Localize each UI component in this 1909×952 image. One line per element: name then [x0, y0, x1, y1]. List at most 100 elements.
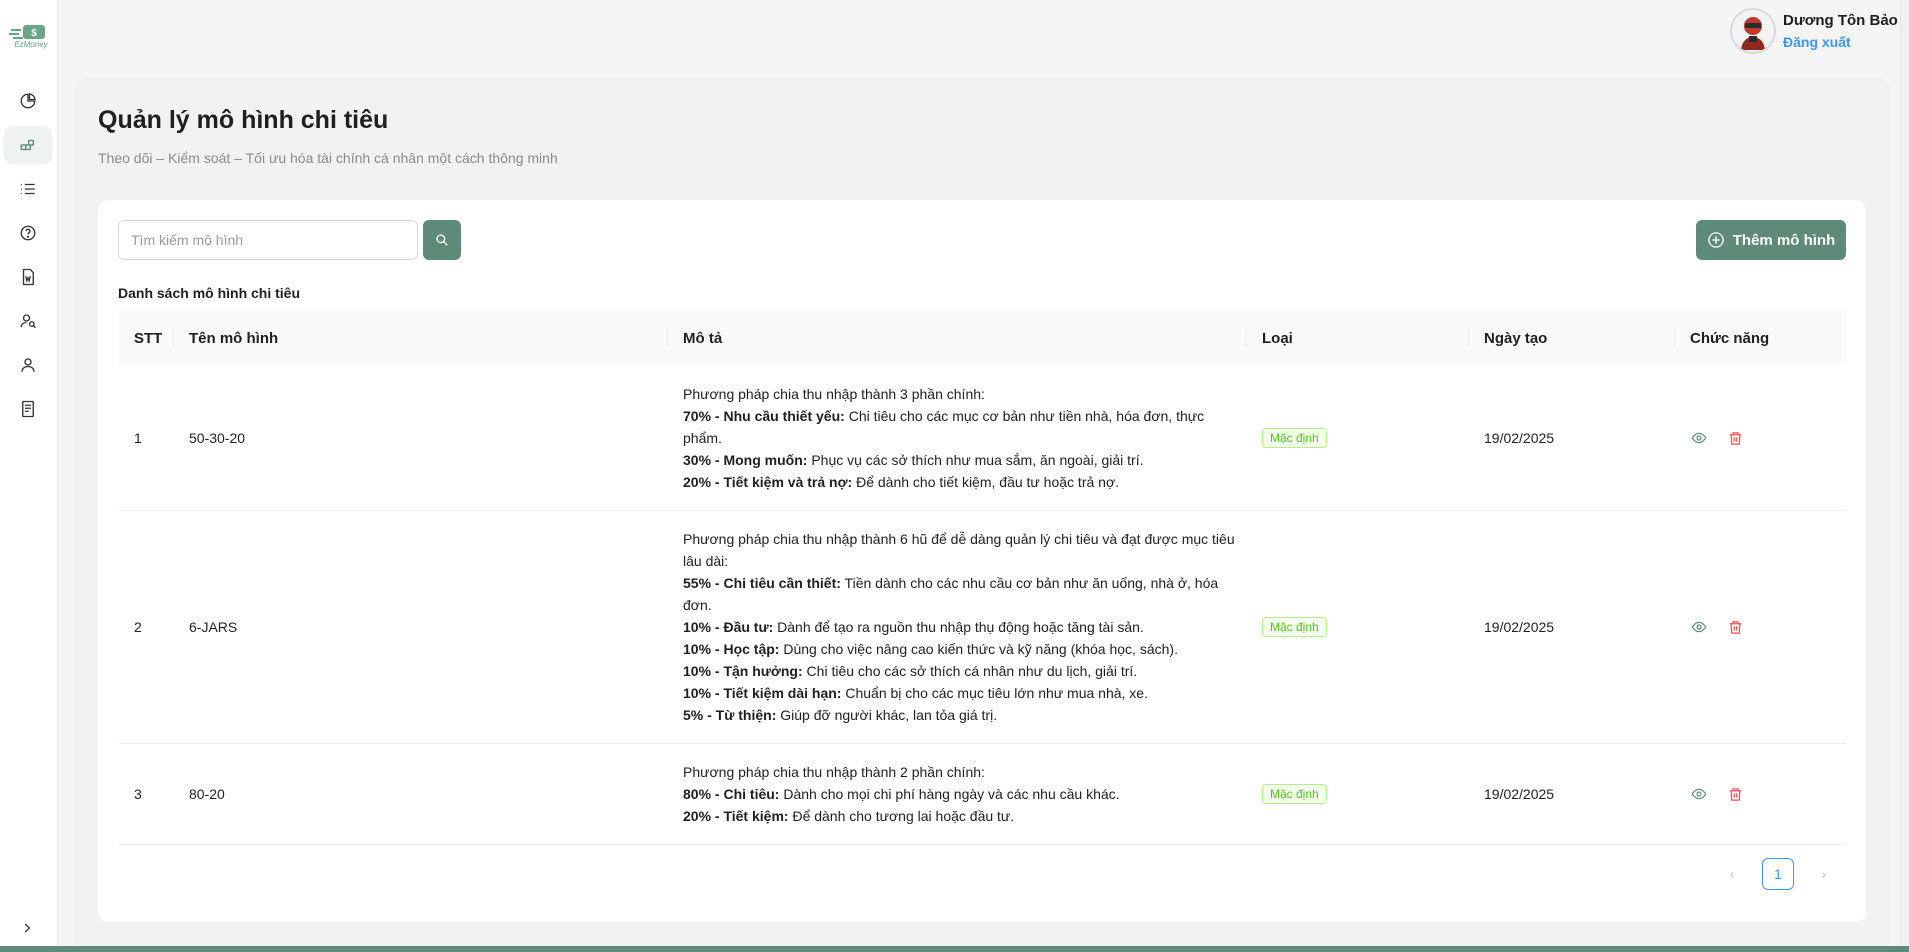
add-model-button[interactable]: Thêm mô hình — [1696, 220, 1846, 260]
list-title: Danh sách mô hình chi tiêu — [118, 285, 301, 301]
trash-icon — [1729, 620, 1741, 634]
description-line: 20% - Tiết kiệm: Để dành cho tương lai h… — [683, 805, 1246, 827]
sidebar-item-documents[interactable] — [4, 258, 52, 296]
sidebar-collapse-button[interactable] — [17, 918, 37, 938]
description-line-text: Dành cho mọi chi phí hàng ngày và các nh… — [779, 786, 1120, 802]
description-line: 70% - Nhu cầu thiết yếu: Chi tiêu cho cá… — [683, 405, 1246, 449]
sidebar-item-models[interactable] — [4, 126, 52, 164]
cell-model-name: 50-30-20 — [173, 366, 667, 511]
blocks-icon — [20, 139, 34, 151]
description-line-label: 20% - Tiết kiệm: — [683, 808, 789, 824]
pagination-next-button[interactable]: › — [1808, 858, 1840, 890]
sidebar-item-dashboard[interactable] — [4, 82, 52, 120]
description-line-label: 70% - Nhu cầu thiết yếu: — [683, 408, 845, 424]
svg-text:$: $ — [31, 28, 37, 39]
eye-icon — [1691, 621, 1707, 633]
column-header-created-date: Ngày tạo — [1468, 310, 1674, 366]
delete-button[interactable] — [1726, 618, 1744, 636]
user-icon — [21, 358, 35, 372]
cell-model-name: 80-20 — [173, 743, 667, 845]
cell-actions — [1674, 366, 1846, 511]
cell-description: Phương pháp chia thu nhập thành 3 phần c… — [667, 366, 1246, 511]
description-line-label: 20% - Tiết kiệm và trả nợ: — [683, 474, 853, 490]
view-button[interactable] — [1690, 785, 1708, 803]
delete-button[interactable] — [1726, 785, 1744, 803]
description-line-text: Để dành cho tiết kiệm, đầu tư hoặc trả n… — [852, 474, 1120, 490]
search-button[interactable] — [423, 220, 461, 260]
description-intro: Phương pháp chia thu nhập thành 6 hũ để … — [683, 531, 1235, 569]
logout-link[interactable]: Đăng xuất — [1783, 32, 1898, 52]
cell-description: Phương pháp chia thu nhập thành 6 hũ để … — [667, 510, 1246, 744]
description-line-label: 80% - Chi tiêu: — [683, 786, 780, 802]
cell-type: Mặc định — [1246, 510, 1468, 744]
description-line: 5% - Từ thiện: Giúp đỡ người khác, lan t… — [683, 704, 1246, 726]
sidebar-item-help[interactable] — [4, 214, 52, 252]
main-content: Quản lý mô hình chi tiêu Theo dõi – Kiểm… — [74, 78, 1890, 952]
type-badge: Mặc định — [1262, 784, 1327, 804]
pagination-page-1[interactable]: 1 — [1762, 858, 1794, 890]
column-header-description: Mô tả — [667, 310, 1246, 366]
eye-icon — [1691, 788, 1707, 800]
description-line-text: Dành để tạo ra nguồn thu nhập thụ động h… — [773, 619, 1144, 635]
avatar[interactable] — [1730, 8, 1776, 54]
view-button[interactable] — [1690, 429, 1708, 447]
cell-description: Phương pháp chia thu nhập thành 2 phần c… — [667, 743, 1246, 845]
cell-stt: 2 — [118, 510, 173, 744]
eye-icon — [1691, 432, 1707, 444]
user-menu: Dương Tôn Bảo Đăng xuất — [1730, 8, 1898, 54]
models-table: STT Tên mô hình Mô tả Loại Ngày tạo Chức… — [118, 310, 1846, 845]
cell-actions — [1674, 510, 1846, 744]
delete-button[interactable] — [1726, 429, 1744, 447]
description-line-text: Chi tiêu cho các sở thích cá nhân như du… — [802, 663, 1138, 679]
view-button[interactable] — [1690, 618, 1708, 636]
document-icon — [22, 268, 34, 286]
sidebar-item-list[interactable] — [4, 170, 52, 208]
cell-model-name: 6-JARS — [173, 510, 667, 744]
brand-logo[interactable]: $ EzMoney — [7, 22, 49, 52]
description-line-text: Để dành cho tương lai hoặc đầu tư. — [788, 808, 1015, 824]
sidebar-item-receipts[interactable] — [4, 390, 52, 428]
cell-created-date: 19/02/2025 — [1468, 510, 1674, 744]
add-model-label: Thêm mô hình — [1732, 231, 1836, 249]
description-line: 10% - Tiết kiệm dài hạn: Chuẩn bị cho cá… — [683, 682, 1246, 704]
user-search-icon — [20, 314, 36, 329]
models-card: Thêm mô hình Danh sách mô hình chi tiêu … — [98, 200, 1866, 922]
description-line-label: 10% - Học tập: — [683, 641, 780, 657]
cell-stt: 1 — [118, 366, 173, 511]
list-icon — [21, 183, 35, 195]
description-line: 10% - Đầu tư: Dành để tạo ra nguồn thu n… — [683, 616, 1246, 638]
type-badge: Mặc định — [1262, 617, 1327, 637]
cell-stt: 3 — [118, 743, 173, 845]
avatar-image — [1732, 10, 1774, 52]
table-row: 2 6-JARS Phương pháp chia thu nhập thành… — [118, 510, 1846, 744]
plus-circle-icon — [1707, 232, 1724, 248]
cell-type: Mặc định — [1246, 366, 1468, 511]
table-header-row: STT Tên mô hình Mô tả Loại Ngày tạo Chức… — [118, 310, 1846, 366]
sidebar-item-user-search[interactable] — [4, 302, 52, 340]
cell-created-date: 19/02/2025 — [1468, 743, 1674, 845]
logo-icon: $ — [9, 25, 45, 39]
page-subtitle: Theo dõi – Kiểm soát – Tối ưu hóa tài ch… — [98, 150, 558, 166]
column-header-type: Loại — [1246, 310, 1468, 366]
page-title: Quản lý mô hình chi tiêu — [98, 106, 389, 134]
search-input[interactable] — [118, 220, 418, 260]
sidebar-item-profile[interactable] — [4, 346, 52, 384]
table-row: 3 80-20 Phương pháp chia thu nhập thành … — [118, 743, 1846, 845]
search-icon — [436, 234, 448, 246]
page-scrollbar[interactable] — [1900, 0, 1909, 946]
description-line-text: Chuẩn bị cho các mục tiêu lớn như mua nh… — [841, 685, 1148, 701]
description-line-text: Phục vụ các sở thích như mua sắm, ăn ngo… — [807, 452, 1144, 468]
table-row: 1 50-30-20 Phương pháp chia thu nhập thà… — [118, 366, 1846, 511]
pagination-prev-button[interactable]: ‹ — [1716, 858, 1748, 890]
bottom-accent-bar — [0, 946, 1909, 952]
pie-chart-icon — [20, 93, 36, 109]
description-line: 20% - Tiết kiệm và trả nợ: Để dành cho t… — [683, 471, 1246, 493]
description-line-label: 30% - Mong muốn: — [683, 452, 808, 468]
description-intro: Phương pháp chia thu nhập thành 2 phần c… — [683, 764, 985, 780]
trash-icon — [1729, 787, 1741, 801]
trash-icon — [1729, 431, 1741, 445]
column-header-stt: STT — [134, 329, 163, 347]
column-header-name: Tên mô hình — [173, 310, 667, 366]
description-line: 10% - Học tập: Dùng cho việc nâng cao ki… — [683, 638, 1246, 660]
description-line: 10% - Tận hưởng: Chi tiêu cho các sở thí… — [683, 660, 1246, 682]
